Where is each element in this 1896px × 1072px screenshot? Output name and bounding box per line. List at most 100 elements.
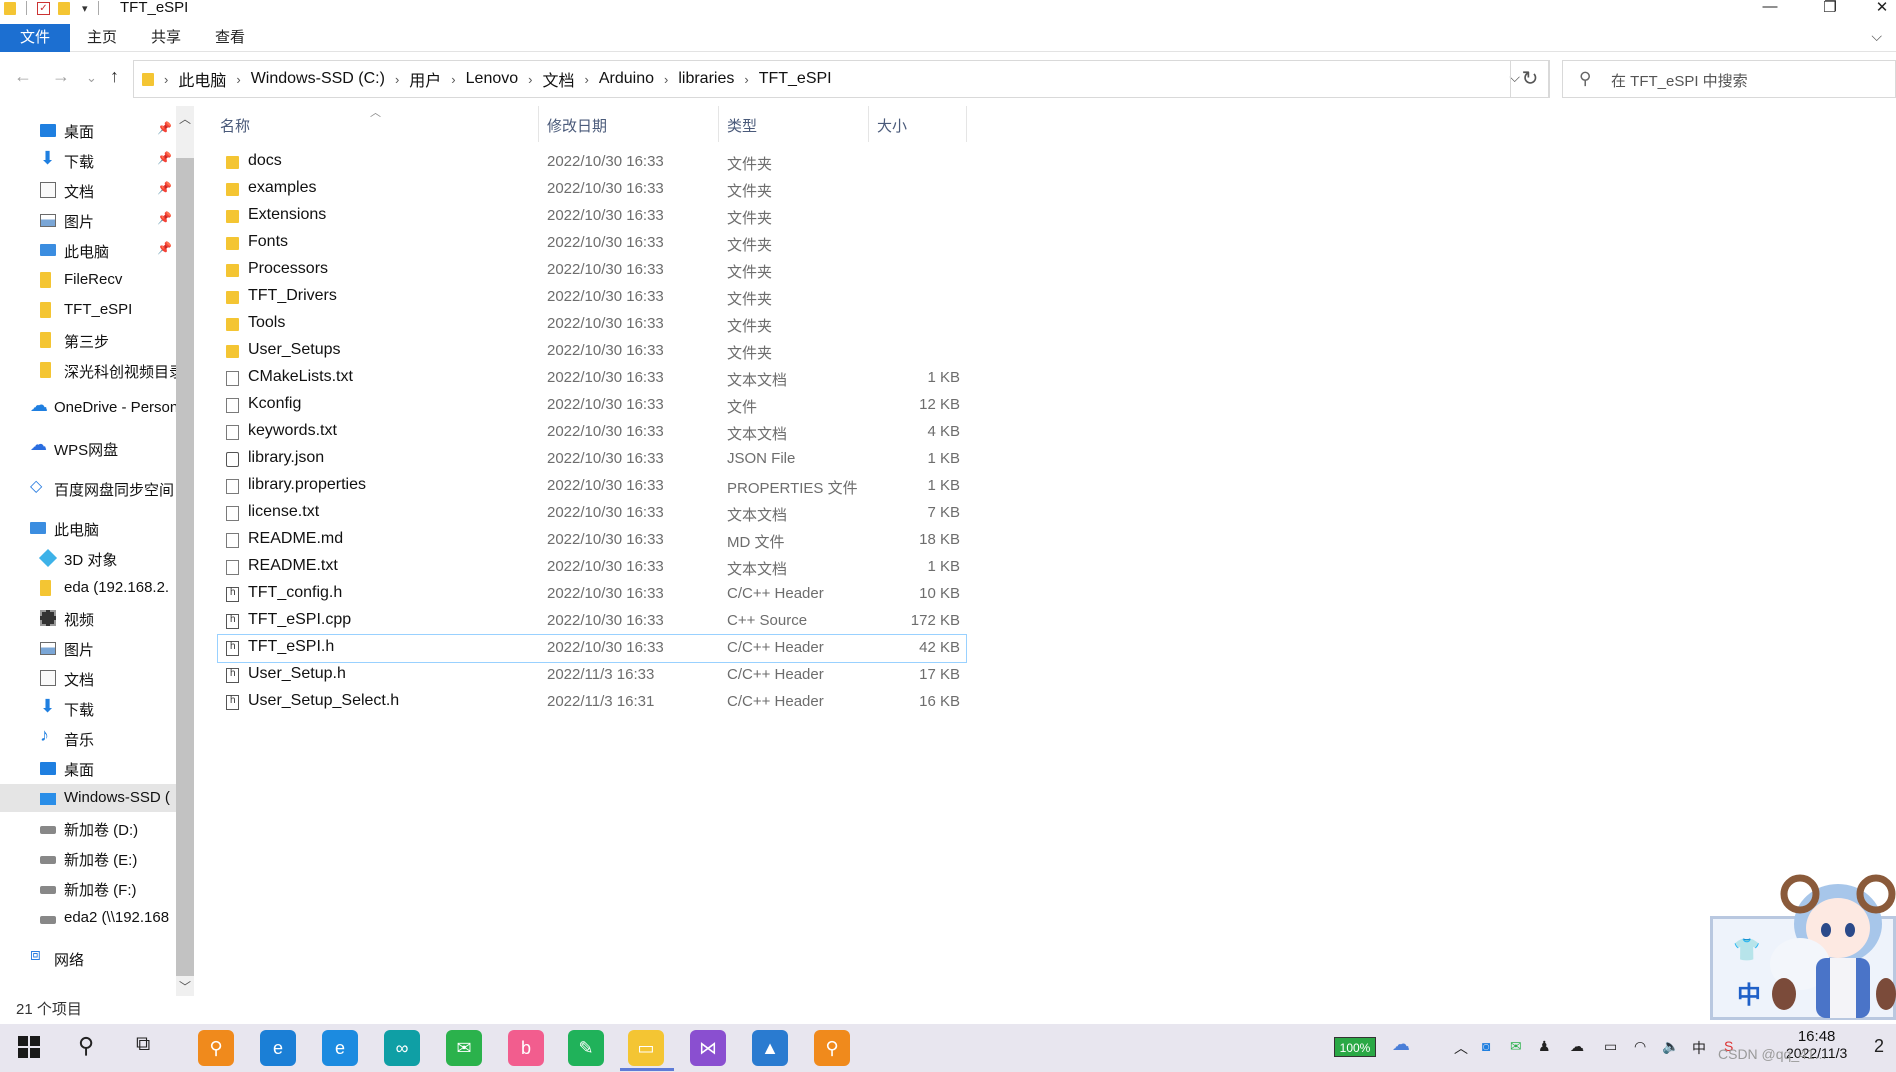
file-row[interactable]: Kconfig 2022/10/30 16:33 文件 12 KB	[218, 392, 966, 419]
breadcrumb-tft-espi[interactable]: TFT_eSPI	[753, 70, 838, 88]
sidebar-item[interactable]: ⧈ 网络	[0, 944, 176, 972]
column-header-size[interactable]: 大小	[877, 115, 907, 136]
sidebar-item[interactable]: 此电脑	[0, 514, 176, 542]
address-bar[interactable]: › 此电脑 › Windows-SSD (C:) › 用户 › Lenovo ›…	[133, 60, 1549, 98]
taskbar-app-wechat[interactable]: ✉	[446, 1030, 482, 1066]
pin-icon[interactable]: 📌	[157, 211, 172, 225]
tab-file[interactable]: 文件	[0, 24, 70, 52]
sidebar-item[interactable]: eda (192.168.2.	[0, 574, 176, 602]
sidebar-item[interactable]: 文档	[0, 664, 176, 692]
properties-icon[interactable]: ✓	[37, 1, 50, 15]
taskbar-app-arduino[interactable]: ∞	[384, 1030, 420, 1066]
weather-icon[interactable]: ☁	[1392, 1034, 1410, 1055]
file-row[interactable]: Tools 2022/10/30 16:33 文件夹	[218, 311, 966, 338]
breadcrumb-separator[interactable]: ›	[391, 72, 403, 87]
tray-app-icon[interactable]: ◙	[1482, 1038, 1490, 1054]
taskbar-app-note[interactable]: ✎	[568, 1030, 604, 1066]
file-row[interactable]: TFT_eSPI.cpp 2022/10/30 16:33 C++ Source 17…	[218, 608, 966, 635]
notification-center-button[interactable]: 2	[1874, 1036, 1884, 1057]
breadcrumb-separator[interactable]: ›	[740, 72, 752, 87]
tab-view[interactable]: 查看	[206, 24, 254, 52]
breadcrumb-arduino[interactable]: Arduino	[593, 70, 660, 88]
file-row[interactable]: TFT_eSPI.h 2022/10/30 16:33 C/C++ Header 42…	[217, 634, 967, 663]
breadcrumb-separator[interactable]: ›	[581, 72, 593, 87]
taskbar-app-bilibili[interactable]: b	[508, 1030, 544, 1066]
breadcrumb-lenovo[interactable]: Lenovo	[460, 70, 525, 88]
onedrive-tray-icon[interactable]: ☁	[1570, 1038, 1584, 1055]
taskbar-app-search-app[interactable]: ⚲	[198, 1030, 234, 1066]
sidebar-item[interactable]: 视频	[0, 604, 176, 632]
file-row[interactable]: Processors 2022/10/30 16:33 文件夹	[218, 257, 966, 284]
sidebar-item[interactable]: 深光科创视频目录	[0, 356, 176, 384]
file-row[interactable]: TFT_config.h 2022/10/30 16:33 C/C++ Header…	[218, 581, 966, 608]
column-divider[interactable]	[868, 106, 869, 142]
volume-icon[interactable]: 🔈	[1662, 1038, 1679, 1055]
shirt-icon[interactable]: 👕	[1733, 937, 1760, 963]
power-icon[interactable]: ▭	[1604, 1038, 1617, 1055]
breadcrumb-separator[interactable]: ›	[160, 72, 172, 87]
start-button[interactable]	[18, 1036, 40, 1058]
taskbar-search-icon[interactable]: ⚲	[78, 1033, 94, 1059]
up-button[interactable]: ↑	[110, 66, 119, 87]
file-row[interactable]: docs 2022/10/30 16:33 文件夹	[218, 149, 966, 176]
sidebar-item[interactable]: 图片 📌	[0, 206, 176, 234]
column-divider[interactable]	[966, 106, 967, 142]
sidebar-item[interactable]: ◇ 百度网盘同步空间	[0, 474, 176, 502]
sidebar-item[interactable]: 此电脑 📌	[0, 236, 176, 264]
tab-share[interactable]: 共享	[142, 24, 190, 52]
breadcrumb-documents[interactable]: 文档	[536, 67, 580, 91]
sidebar-item[interactable]: 桌面	[0, 754, 176, 782]
sidebar-item[interactable]: 第三步	[0, 326, 176, 354]
search-box[interactable]: ⚲ 在 TFT_eSPI 中搜索	[1562, 60, 1896, 98]
scroll-up-icon[interactable]: ︿	[179, 110, 191, 127]
column-divider[interactable]	[718, 106, 719, 142]
refresh-button[interactable]: ↻	[1510, 60, 1550, 98]
file-row[interactable]: examples 2022/10/30 16:33 文件夹	[218, 176, 966, 203]
file-row[interactable]: Extensions 2022/10/30 16:33 文件夹	[218, 203, 966, 230]
file-row[interactable]: User_Setups 2022/10/30 16:33 文件夹	[218, 338, 966, 365]
sidebar-item[interactable]: 新加卷 (F:)	[0, 874, 176, 902]
sidebar-item[interactable]: ⬇ 下载 📌	[0, 146, 176, 174]
breadcrumb-libraries[interactable]: libraries	[672, 70, 740, 88]
file-row[interactable]: README.txt 2022/10/30 16:33 文本文档 1 KB	[218, 554, 966, 581]
column-header-date[interactable]: 修改日期	[547, 115, 607, 136]
pin-icon[interactable]: 📌	[157, 181, 172, 195]
sidebar-item[interactable]: ⬇ 下载	[0, 694, 176, 722]
file-row[interactable]: User_Setup_Select.h 2022/11/3 16:31 C/C++ …	[218, 689, 966, 716]
sidebar-item[interactable]: FileRecv	[0, 266, 176, 294]
file-row[interactable]: README.md 2022/10/30 16:33 MD 文件 18 KB	[218, 527, 966, 554]
scroll-down-icon[interactable]: ﹀	[179, 978, 191, 995]
breadcrumb-separator[interactable]: ›	[524, 72, 536, 87]
back-button[interactable]: ←	[14, 66, 32, 87]
sidebar-item[interactable]: 文档 📌	[0, 176, 176, 204]
chevron-down-icon[interactable]: ⌵	[1871, 28, 1882, 45]
battery-indicator[interactable]: 100%	[1334, 1037, 1376, 1057]
qq-icon[interactable]: ♟	[1538, 1038, 1551, 1055]
pin-icon[interactable]: 📌	[157, 241, 172, 255]
chevron-up-icon[interactable]: ︿	[1454, 1038, 1468, 1058]
ime-mode-indicator[interactable]: 中	[1737, 975, 1761, 1010]
file-row[interactable]: library.json 2022/10/30 16:33 JSON File 1 K…	[218, 446, 966, 473]
maximize-button[interactable]: ❐	[1810, 0, 1850, 16]
taskbar-app-search-tool[interactable]: ⚲	[814, 1030, 850, 1066]
wechat-tray-icon[interactable]: ✉	[1510, 1038, 1522, 1055]
breadcrumb-separator[interactable]: ›	[447, 72, 459, 87]
breadcrumb-users[interactable]: 用户	[403, 67, 447, 91]
sidebar-item[interactable]: ☁ WPS网盘	[0, 434, 176, 462]
breadcrumb-drive-c[interactable]: Windows-SSD (C:)	[245, 70, 391, 88]
file-row[interactable]: keywords.txt 2022/10/30 16:33 文本文档 4 KB	[218, 419, 966, 446]
close-button[interactable]: ✕	[1862, 0, 1896, 16]
scrollbar-thumb[interactable]	[176, 158, 194, 976]
sidebar-scrollbar[interactable]: ︿ ﹀	[176, 106, 194, 996]
customize-toolbar-icon[interactable]: ▾	[82, 2, 88, 15]
file-row[interactable]: library.properties 2022/10/30 16:33 PROPER…	[218, 473, 966, 500]
sidebar-item[interactable]: TFT_eSPI	[0, 296, 176, 324]
task-view-icon[interactable]: ⧉	[136, 1033, 150, 1056]
pin-icon[interactable]: 📌	[157, 121, 172, 135]
sidebar-item[interactable]: 桌面 📌	[0, 116, 176, 144]
pin-icon[interactable]: 📌	[157, 151, 172, 165]
sidebar-item[interactable]: Windows-SSD (	[0, 784, 176, 812]
breadcrumb-separator[interactable]: ›	[232, 72, 244, 87]
sidebar-item[interactable]: 新加卷 (E:)	[0, 844, 176, 872]
sidebar-item[interactable]: ♪ 音乐	[0, 724, 176, 752]
